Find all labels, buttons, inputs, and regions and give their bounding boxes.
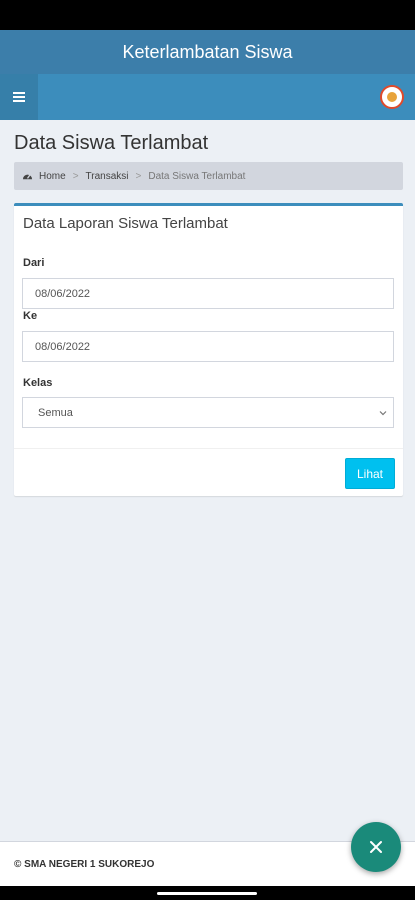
ke-label: Ke [23,310,38,322]
hamburger-icon [13,92,25,102]
footer-copyright: © SMA NEGERI 1 SUKOREJO [14,858,155,870]
kelas-selected-value: Semua [38,406,73,419]
page-title: Data Siswa Terlambat [14,132,209,154]
gesture-handle[interactable] [157,892,257,895]
chevron-down-icon [379,411,387,416]
close-fab-button[interactable] [351,822,401,872]
lihat-button[interactable]: Lihat [345,458,395,489]
box-title: Data Laporan Siswa Terlambat [23,215,228,232]
dashboard-icon [22,174,33,179]
top-navbar [0,74,415,120]
ke-date-value: 08/06/2022 [35,340,91,353]
dari-date-input[interactable]: 08/06/2022 [22,278,394,309]
ke-date-input[interactable]: 08/06/2022 [22,331,394,362]
kelas-select[interactable]: Semua [22,397,394,428]
breadcrumb-separator: > [135,170,142,182]
breadcrumb-section[interactable]: Transaksi [86,171,129,182]
breadcrumb-separator: > [72,170,79,182]
app-bar: Keterlambatan Siswa [0,30,415,74]
kelas-label: Kelas [23,377,53,389]
breadcrumb-home[interactable]: Home [39,171,66,182]
status-bar [0,0,415,30]
breadcrumb: Home > Transaksi > Data Siswa Terlambat [14,162,403,190]
box-footer-divider [14,448,403,449]
menu-toggle-button[interactable] [0,74,38,120]
report-form-box: Data Laporan Siswa Terlambat Dari 08/06/… [14,203,403,496]
school-logo[interactable] [380,85,404,109]
dari-date-value: 08/06/2022 [35,287,91,300]
dari-label: Dari [23,257,45,269]
breadcrumb-current: Data Siswa Terlambat [148,170,246,182]
close-icon [370,841,382,853]
app-title: Keterlambatan Siswa [122,41,293,62]
web-content: Data Siswa Terlambat Home > Transaksi > … [0,74,415,886]
